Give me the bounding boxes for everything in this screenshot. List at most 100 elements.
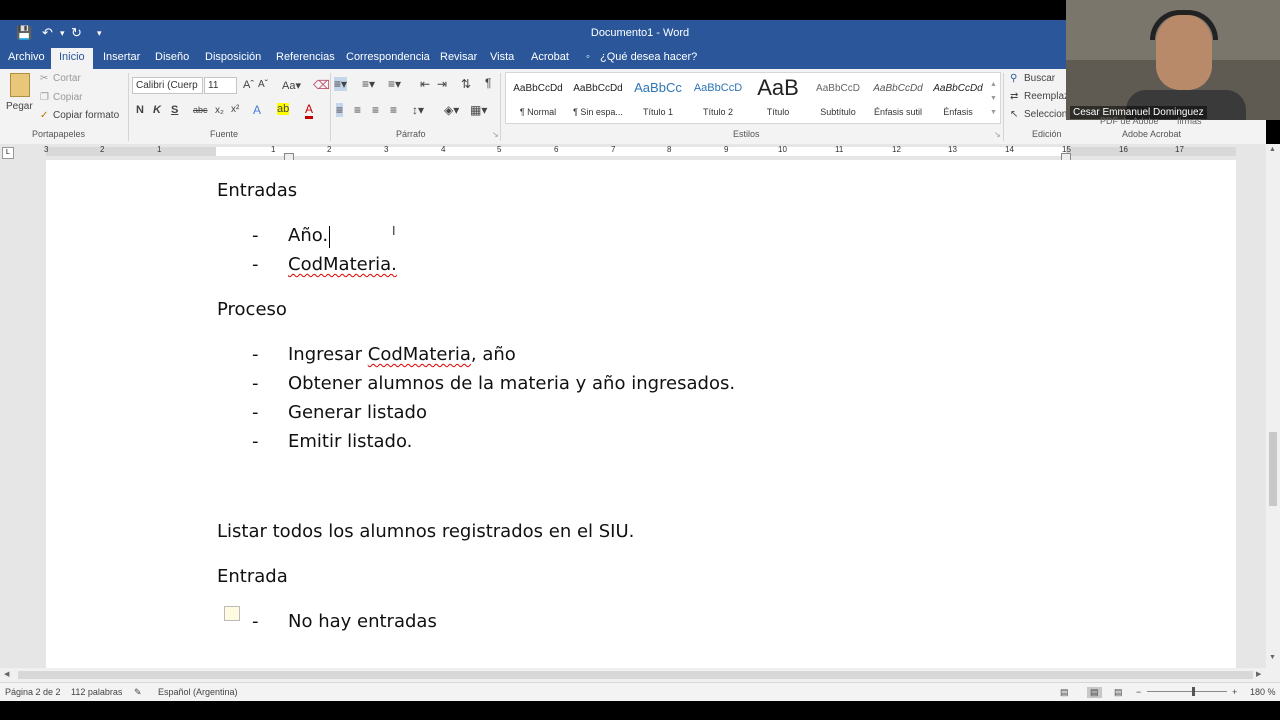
shading-icon[interactable]: ◈▾ — [444, 103, 459, 117]
bold-icon[interactable]: N — [136, 104, 144, 116]
ruler-number: 9 — [724, 145, 729, 154]
vertical-scrollbar[interactable]: ▲ ▼ — [1266, 144, 1280, 668]
numbering-icon[interactable]: ≡▾ — [362, 77, 375, 91]
sort-icon[interactable]: ⇅ — [461, 77, 471, 91]
gallery-more-icon[interactable]: ▼ — [990, 109, 997, 116]
clear-format-icon[interactable]: ⌫ — [313, 78, 330, 92]
proofing-icon[interactable]: ✎ — [134, 687, 142, 698]
font-name-combo[interactable]: Calibri (Cuerp — [132, 77, 203, 94]
grow-font-icon[interactable]: Aˆ — [243, 79, 254, 91]
cut-button[interactable]: Cortar — [53, 73, 81, 84]
ruler-number: 17 — [1175, 145, 1184, 154]
subscript-icon[interactable]: x₂ — [215, 105, 224, 116]
gallery-down-icon[interactable]: ▼ — [990, 95, 997, 102]
list-item-obtener: Obtener alumnos de la materia y año ingr… — [288, 373, 736, 394]
hscrollbar-thumb[interactable] — [18, 671, 1253, 679]
tab-revisar[interactable]: Revisar — [440, 51, 477, 63]
replace-button[interactable]: Reemplaz — [1024, 91, 1069, 102]
tab-disposicion[interactable]: Disposición — [205, 51, 261, 63]
web-layout-icon[interactable]: ▤ — [1114, 687, 1123, 698]
acrobat-firmas-label[interactable]: firmas — [1177, 116, 1202, 126]
tab-acrobat[interactable]: Acrobat — [531, 51, 569, 63]
increase-indent-icon[interactable]: ⇥ — [437, 77, 447, 91]
style-heading1[interactable]: AaBbCc Título 1 — [628, 73, 688, 123]
style-emphasis[interactable]: AaBbCcDd Énfasis — [928, 73, 988, 123]
document-page[interactable]: Entradas - Año. I - CodMateria. Proceso … — [46, 160, 1236, 668]
tab-insertar[interactable]: Insertar — [103, 51, 140, 63]
language-indicator[interactable]: Español (Argentina) — [158, 687, 238, 697]
acrobat-pdf-label[interactable]: PDF de Adobe — [1100, 116, 1159, 126]
style-no-spacing[interactable]: AaBbCcDd ¶ Sin espa... — [568, 73, 628, 123]
paragraph-launcher-icon[interactable]: ↘ — [492, 130, 499, 139]
borders-icon[interactable]: ▦▾ — [470, 103, 487, 117]
tab-vista[interactable]: Vista — [490, 51, 514, 63]
align-left-icon[interactable]: ≡ — [336, 103, 344, 117]
gallery-up-icon[interactable]: ▲ — [990, 81, 997, 88]
strikethrough-icon[interactable]: abc — [193, 105, 208, 115]
find-button[interactable]: Buscar — [1024, 73, 1055, 84]
line-spacing-icon[interactable]: ↕▾ — [412, 103, 424, 117]
tab-inicio[interactable]: Inicio — [51, 48, 93, 69]
scroll-right-icon[interactable]: ▶ — [1256, 670, 1261, 678]
select-icon[interactable]: ↖ — [1010, 109, 1018, 120]
style-title[interactable]: AaB Título — [748, 73, 808, 123]
paste-button[interactable]: Pegar — [6, 101, 33, 112]
zoom-slider[interactable] — [1147, 691, 1227, 692]
shrink-font-icon[interactable]: Aˇ — [258, 79, 268, 90]
font-size-combo[interactable]: 11 — [204, 77, 237, 94]
scrollbar-thumb[interactable] — [1269, 432, 1277, 506]
print-layout-icon[interactable]: ▤ — [1087, 687, 1102, 698]
scissors-icon[interactable]: ✂ — [40, 73, 48, 84]
read-mode-icon[interactable]: ▤ — [1060, 687, 1069, 698]
style-subtle-emphasis[interactable]: AaBbCcDd Énfasis sutil — [868, 73, 928, 123]
zoom-slider-thumb[interactable] — [1192, 687, 1195, 696]
paste-icon[interactable] — [10, 73, 30, 97]
replace-icon[interactable]: ⇄ — [1010, 91, 1018, 102]
underline-icon[interactable]: S — [171, 104, 178, 116]
horizontal-scrollbar[interactable]: ◀ ▶ — [0, 668, 1280, 682]
justify-icon[interactable]: ≡ — [390, 103, 397, 117]
highlight-icon[interactable]: ab — [277, 103, 290, 115]
text-effects-icon[interactable]: A — [253, 103, 261, 117]
multilevel-list-icon[interactable]: ≡▾ — [388, 77, 401, 91]
superscript-icon[interactable]: x² — [231, 104, 239, 115]
page-count[interactable]: Página 2 de 2 — [5, 687, 61, 697]
zoom-level[interactable]: 180 % — [1250, 687, 1276, 697]
style-subtitle[interactable]: AaBbCcD Subtítulo — [808, 73, 868, 123]
tab-selector-icon[interactable]: L — [2, 147, 14, 159]
autocorrect-options-icon[interactable] — [224, 606, 240, 621]
horizontal-ruler[interactable]: L 3 2 1 1 2 3 4 5 6 7 8 9 10 11 12 13 14… — [0, 144, 1266, 161]
tab-archivo[interactable]: Archivo — [8, 51, 45, 63]
scroll-down-icon[interactable]: ▼ — [1269, 654, 1276, 661]
show-marks-icon[interactable]: ¶ — [485, 76, 491, 90]
scroll-up-icon[interactable]: ▲ — [1269, 146, 1276, 153]
copy-button[interactable]: Copiar — [53, 92, 82, 103]
decrease-indent-icon[interactable]: ⇤ — [420, 77, 430, 91]
format-painter-button[interactable]: Copiar formato — [53, 110, 119, 121]
align-center-icon[interactable]: ≡ — [354, 103, 361, 117]
select-button[interactable]: Seleccion — [1024, 109, 1067, 120]
format-painter-icon[interactable]: ✓ — [40, 110, 48, 121]
italic-icon[interactable]: K — [153, 104, 161, 116]
style-normal[interactable]: AaBbCcDd ¶ Normal — [508, 73, 568, 123]
tab-correspondencia[interactable]: Correspondencia — [346, 51, 430, 63]
zoom-out-icon[interactable]: − — [1136, 687, 1141, 697]
copy-icon[interactable]: ❐ — [40, 92, 49, 103]
styles-launcher-icon[interactable]: ↘ — [994, 130, 1001, 139]
change-case-icon[interactable]: Aa▾ — [282, 79, 301, 92]
bullets-icon[interactable]: ≡▾ — [334, 77, 348, 91]
search-icon[interactable]: ⚲ — [1010, 73, 1017, 84]
list-bullet: - — [252, 611, 259, 632]
align-right-icon[interactable]: ≡ — [372, 103, 379, 117]
tell-me-search[interactable]: ¿Qué desea hacer? — [600, 51, 697, 63]
font-color-icon[interactable]: A — [305, 102, 314, 119]
style-heading2[interactable]: AaBbCcD Título 2 — [688, 73, 748, 123]
ruler-number: 16 — [1119, 145, 1128, 154]
zoom-in-icon[interactable]: + — [1232, 687, 1237, 697]
tab-diseno[interactable]: Diseño — [155, 51, 189, 63]
scroll-left-icon[interactable]: ◀ — [4, 670, 9, 678]
tab-referencias[interactable]: Referencias — [276, 51, 335, 63]
style-preview: AaBbCcDd — [513, 83, 563, 94]
vertical-ruler[interactable] — [0, 160, 18, 668]
word-count[interactable]: 112 palabras — [71, 687, 122, 697]
